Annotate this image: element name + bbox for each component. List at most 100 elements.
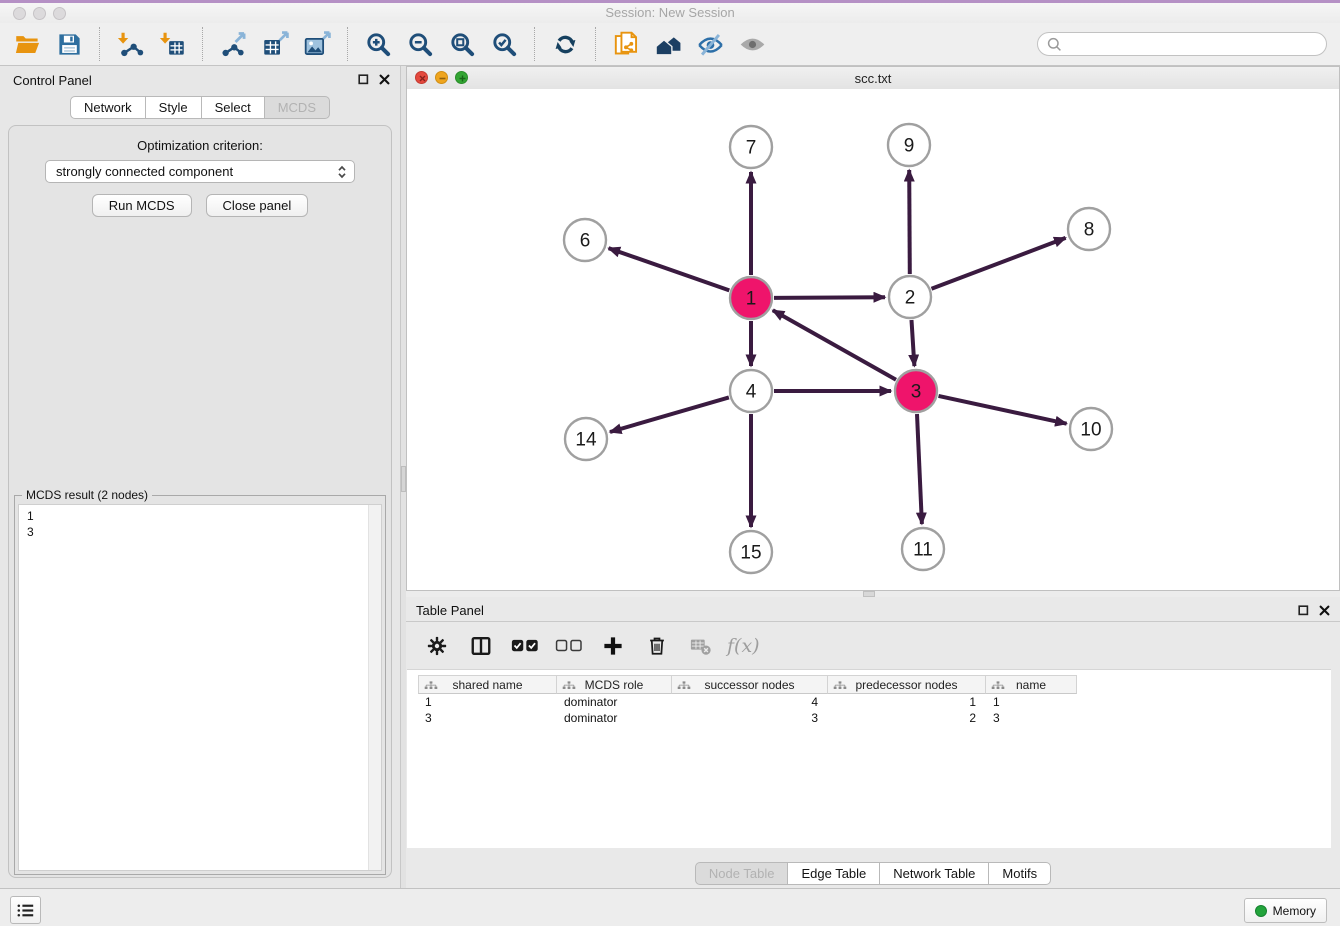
columns-button[interactable] (467, 632, 495, 660)
zoom-in-button[interactable] (359, 25, 397, 63)
select-all-button[interactable] (511, 632, 539, 660)
table-row-node-3[interactable]: 3dominator323 (418, 710, 1331, 726)
deselect-all-button[interactable] (555, 632, 583, 660)
graph-node-2[interactable]: 2 (889, 276, 931, 318)
delete-table-button[interactable] (687, 632, 715, 660)
new-network-file-button[interactable] (607, 25, 645, 63)
float-table-panel-icon[interactable] (1298, 605, 1309, 616)
column-header-name[interactable]: name (986, 675, 1077, 694)
tab-style[interactable]: Style (145, 96, 202, 119)
graph-edge-3-10[interactable] (939, 396, 1067, 424)
run-mcds-button[interactable]: Run MCDS (92, 194, 192, 217)
cell-name: 3 (986, 711, 1077, 725)
graph-node-8[interactable]: 8 (1068, 208, 1110, 250)
open-folder-button[interactable] (8, 25, 46, 63)
gear-button[interactable] (423, 632, 451, 660)
float-panel-icon[interactable] (358, 74, 369, 85)
table-tab-network-table[interactable]: Network Table (879, 862, 989, 885)
mcds-result-title: MCDS result (2 nodes) (22, 488, 152, 502)
refresh-button[interactable] (546, 25, 584, 63)
deselect-all-icon (555, 637, 583, 654)
search-input[interactable] (1068, 36, 1326, 53)
export-table-button[interactable] (256, 25, 294, 63)
add-icon (602, 635, 624, 657)
graph-edge-2-8[interactable] (932, 238, 1066, 289)
graph-node-9[interactable]: 9 (888, 124, 930, 166)
graph-edge-3-1[interactable] (773, 310, 896, 379)
show-panels-button[interactable] (10, 896, 41, 924)
memory-button[interactable]: Memory (1244, 898, 1327, 923)
zoom-fit-button[interactable] (443, 25, 481, 63)
table-tab-motifs[interactable]: Motifs (988, 862, 1051, 885)
column-header-MCDS-role[interactable]: MCDS role (557, 675, 672, 694)
home-button[interactable] (649, 25, 687, 63)
hierarchy-icon (424, 681, 438, 690)
add-button[interactable] (599, 632, 627, 660)
network-window-titlebar[interactable]: scc.txt (407, 67, 1339, 90)
table-row-node-1[interactable]: 1dominator411 (418, 694, 1331, 710)
graph-edge-2-9[interactable] (909, 170, 910, 274)
list-icon (17, 903, 35, 918)
export-network-icon (220, 31, 247, 58)
graph-edge-2-3[interactable] (912, 320, 915, 366)
search-icon (1047, 37, 1062, 52)
zoom-selected-button[interactable] (485, 25, 523, 63)
graph-node-14[interactable]: 14 (565, 418, 607, 460)
graph-edge-3-11[interactable] (917, 414, 922, 524)
column-header-successor-nodes[interactable]: successor nodes (672, 675, 828, 694)
graph-edge-1-6[interactable] (609, 248, 730, 290)
close-table-panel-icon[interactable] (1319, 605, 1330, 616)
select-all-icon (511, 637, 539, 654)
graph-node-label: 15 (740, 543, 761, 564)
tab-network[interactable]: Network (70, 96, 146, 119)
graph-node-label: 8 (1084, 220, 1095, 241)
mcds-result-line: 1 (27, 508, 373, 524)
graph-node-11[interactable]: 11 (902, 528, 944, 570)
import-network-button[interactable] (111, 25, 149, 63)
import-table-button[interactable] (153, 25, 191, 63)
graph-node-label: 3 (911, 382, 922, 403)
zoom-out-icon (407, 31, 434, 58)
network-graph[interactable]: 7 9 6 8 1 2 4 3 14 10 15 11 (407, 89, 1339, 590)
graph-node-6[interactable]: 6 (564, 219, 606, 261)
graph-node-3[interactable]: 3 (895, 370, 937, 412)
table-tab-edge-table[interactable]: Edge Table (787, 862, 880, 885)
result-scrollbar[interactable] (368, 505, 381, 870)
table-panel-tabs: Node TableEdge TableNetwork TableMotifs (406, 862, 1340, 885)
graph-edge-4-14[interactable] (610, 397, 729, 432)
close-panel-button[interactable]: Close panel (206, 194, 309, 217)
mcds-result-textarea[interactable]: 13 (18, 504, 382, 871)
graph-node-4[interactable]: 4 (730, 370, 772, 412)
window-title: Session: New Session (0, 5, 1340, 20)
open-folder-icon (14, 31, 41, 58)
table-panel-header: Table Panel (406, 597, 1340, 621)
show-eye-button[interactable] (733, 25, 771, 63)
tab-select[interactable]: Select (201, 96, 265, 119)
cell-predecessor-nodes: 1 (828, 695, 986, 709)
zoom-fit-icon (449, 31, 476, 58)
new-network-file-icon (613, 31, 640, 58)
hide-eye-button[interactable] (691, 25, 729, 63)
cell-successor-nodes: 4 (672, 695, 828, 709)
close-panel-icon[interactable] (379, 74, 390, 85)
graph-node-1[interactable]: 1 (730, 277, 772, 319)
column-header-predecessor-nodes[interactable]: predecessor nodes (828, 675, 986, 694)
zoom-out-button[interactable] (401, 25, 439, 63)
graph-edge-1-2[interactable] (774, 297, 885, 298)
table-tab-node-table[interactable]: Node Table (695, 862, 789, 885)
column-header-shared-name[interactable]: shared name (418, 675, 557, 694)
export-network-button[interactable] (214, 25, 252, 63)
memory-label: Memory (1273, 904, 1316, 918)
tab-mcds[interactable]: MCDS (264, 96, 330, 119)
table-header-row: shared nameMCDS rolesuccessor nodesprede… (418, 675, 1331, 694)
graph-node-7[interactable]: 7 (730, 126, 772, 168)
zoom-in-icon (365, 31, 392, 58)
export-image-button[interactable] (298, 25, 336, 63)
delete-button[interactable] (643, 632, 671, 660)
function-builder-button[interactable]: f(x) (727, 635, 760, 657)
optimization-select[interactable]: strongly connected component (45, 160, 355, 183)
graph-node-15[interactable]: 15 (730, 531, 772, 573)
save-button[interactable] (50, 25, 88, 63)
network-canvas[interactable]: 7 9 6 8 1 2 4 3 14 10 15 11 (407, 89, 1339, 590)
graph-node-10[interactable]: 10 (1070, 408, 1112, 450)
